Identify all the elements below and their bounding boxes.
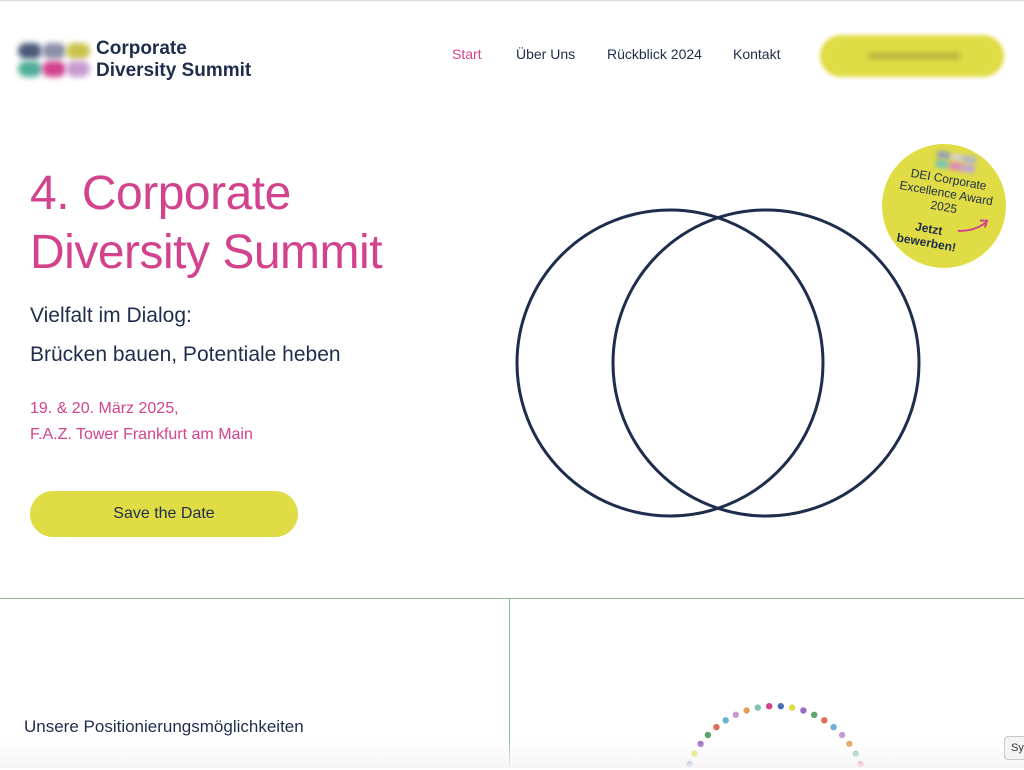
arc-dot [722,717,729,724]
arc-dot [713,723,720,731]
nav-item-kontakt[interactable]: Kontakt [733,46,780,62]
hero-title-line2: Diversity Summit [30,226,383,279]
nav-item-start[interactable]: Start [452,46,482,62]
header-cta-label-blurred [868,54,960,58]
arc-dot [777,703,784,710]
arc-dot [743,707,750,714]
arc-dot [821,717,828,724]
bottom-fade [0,740,1024,768]
brand-name-line1: Corporate [96,38,187,59]
venn-circles-graphic [515,208,921,518]
brand-logo[interactable]: Corporate Diversity Summit [16,38,266,82]
hero-subtitle-line2: Brücken bauen, Potentiale heben [30,343,341,366]
arc-dot [766,703,773,710]
arc-dot [754,704,761,711]
logo-mark-icon [16,41,92,79]
event-location: F.A.Z. Tower Frankfurt am Main [30,426,253,443]
arc-dot [732,711,739,718]
section-label: Unsere Positionierungsmöglichkeiten [24,717,304,736]
venn-circle-right [611,208,921,518]
nav-item-rueckblick-2024[interactable]: Rückblick 2024 [607,46,702,62]
arc-dot [704,731,712,739]
arc-dot [800,707,807,714]
hero-title-line1: 4. Corporate [30,167,291,220]
top-border [0,0,1024,1]
section-divider-horizontal [0,598,1024,599]
brand-name: Corporate Diversity Summit [96,38,251,82]
nav-item-ueber-uns[interactable]: Über Uns [516,46,575,62]
event-date: 19. & 20. März 2025, [30,400,179,417]
arc-dot [838,731,846,739]
arc-dot [830,723,837,731]
venn-circle-left [515,208,825,518]
award-title: DEI Corporate Excellence Award 2025 [882,162,1011,225]
save-the-date-button[interactable]: Save the Date [30,491,298,537]
consent-widget-button[interactable]: Sy [1004,736,1024,760]
brand-name-line2: Diversity Summit [96,60,252,81]
hero-subtitle: Vielfalt im Dialog: Brücken bauen, Poten… [30,296,341,374]
award-apply-link[interactable]: Jetzt bewerben! [891,216,965,256]
event-date-location: 19. & 20. März 2025, F.A.Z. Tower Frankf… [30,396,253,448]
hero-subtitle-line1: Vielfalt im Dialog: [30,304,192,327]
hero-title: 4. Corporate Diversity Summit [30,164,383,282]
header-cta-button[interactable] [820,35,1004,77]
arc-dot [789,704,796,711]
arc-dot [811,711,818,718]
